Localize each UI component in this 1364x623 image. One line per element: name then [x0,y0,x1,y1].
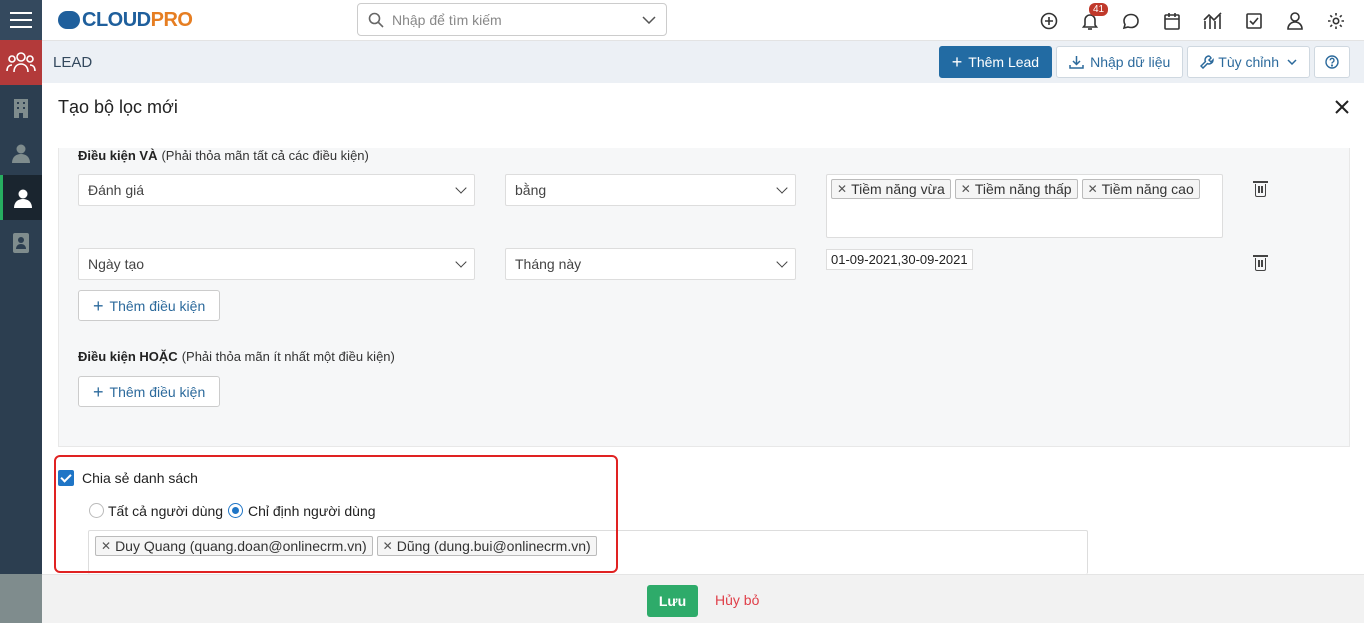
leads-group-icon[interactable] [0,40,42,85]
nav-footer [0,574,42,623]
search-input[interactable]: Nhập để tìm kiếm [357,3,667,36]
and-hint-text: (Phải thỏa mãn tất cả các điều kiện) [161,148,369,163]
plus-icon: + [93,295,104,316]
plus-icon: + [93,381,104,402]
user-profile-icon[interactable] [1274,0,1315,41]
contact-icon[interactable] [0,130,42,175]
wrench-icon [1200,55,1215,69]
chevron-down-icon [455,182,467,194]
date-range-input[interactable]: 01-09-2021,30-09-2021 [826,249,973,270]
add-lead-button[interactable]: + Thêm Lead [938,46,1053,78]
condition-field-select[interactable]: Ngày tạo [78,248,475,280]
or-section-title: Điều kiện HOẶC (Phải thỏa mãn ít nhất một… [78,349,395,364]
or-title-text: Điều kiện HOẶC [78,349,178,364]
value-tag[interactable]: ✕ Tiềm năng thấp [954,179,1078,199]
condition-operator-value: bằng [515,182,547,198]
page-header: LEAD + Thêm Lead Nhập dữ liệu Tùy chỉnh [42,41,1364,83]
customize-label: Tùy chỉnh [1218,54,1279,70]
add-or-condition-button[interactable]: + Thêm điều kiện [78,376,221,407]
condition-values-input[interactable]: ✕ Tiềm năng vừa ✕ Tiềm năng thấp ✕ Tiềm năng … [826,174,1223,238]
logo[interactable]: CLOUD PRO [58,8,193,32]
and-section-title: Điều kiện VÀ (Phải thỏa mãn tất cả các đi… [78,148,369,163]
search-icon [368,12,384,28]
add-and-condition-button[interactable]: + Thêm điều kiện [78,290,221,321]
remove-tag-icon[interactable]: ✕ [961,182,971,196]
search-placeholder: Nhập để tìm kiếm [392,11,502,28]
share-list-label: Chia sẻ danh sách [82,470,198,486]
chevron-down-icon[interactable] [642,15,656,24]
left-nav [0,0,42,623]
lead-user-icon[interactable] [0,175,42,220]
cancel-button[interactable]: Hủy bỏ [715,592,759,608]
trash-icon[interactable] [1253,181,1268,197]
condition-operator-select[interactable]: Tháng này [505,248,796,280]
condition-operator-value: Tháng này [515,256,582,272]
value-tag-label: Tiềm năng vừa [851,181,945,197]
value-tag[interactable]: ✕ Tiềm năng cao [1081,179,1200,199]
logo-main-text: CLOUD [82,8,151,31]
logo-accent-text: PRO [150,8,193,31]
user-tag[interactable]: ✕ Dũng (dung.bui@onlinecrm.vn) [376,536,597,556]
value-tag[interactable]: ✕ Tiềm năng vừa [831,179,951,199]
chevron-down-icon [776,256,788,268]
remove-tag-icon[interactable]: ✕ [837,182,847,196]
close-icon[interactable] [1334,95,1350,121]
remove-tag-icon[interactable]: ✕ [383,539,393,553]
modal-footer: Lưu Hủy bỏ [42,574,1364,623]
trash-icon[interactable] [1253,255,1268,271]
and-title-text: Điều kiện VÀ [78,148,158,163]
page-title: LEAD [53,53,93,71]
notification-badge: 41 [1089,3,1109,16]
condition-field-select[interactable]: Đánh giá [78,174,475,206]
add-condition-label: Thêm điều kiện [109,383,206,400]
condition-field-value: Ngày tạo [88,256,145,272]
import-data-label: Nhập dữ liệu [1090,54,1171,70]
menu-icon[interactable] [0,0,42,40]
building-icon[interactable] [0,85,42,130]
help-icon [1325,55,1339,69]
shared-users-input[interactable]: ✕ Duy Quang (quang.doan@onlinecrm.vn) ✕ Dũn… [88,530,1088,574]
share-list-checkbox[interactable] [58,470,74,486]
value-tag-label: Tiềm năng thấp [974,181,1072,197]
chevron-down-icon [776,182,788,194]
or-hint-text: (Phải thỏa mãn ít nhất một điều kiện) [181,349,395,364]
cloud-logo-icon [58,11,80,29]
task-check-icon[interactable] [1233,0,1274,41]
import-data-button[interactable]: Nhập dữ liệu [1056,46,1184,78]
condition-operator-select[interactable]: bằng [505,174,796,206]
download-icon [1069,56,1084,69]
user-tag[interactable]: ✕ Duy Quang (quang.doan@onlinecrm.vn) [95,536,373,556]
report-chart-icon[interactable] [1192,0,1233,41]
value-tag-label: Tiềm năng cao [1101,181,1194,197]
customize-button[interactable]: Tùy chỉnh [1187,46,1310,78]
remove-tag-icon[interactable]: ✕ [1088,182,1098,196]
top-icons: 41 [1028,0,1356,41]
all-users-radio[interactable] [89,503,104,518]
chat-icon[interactable] [1110,0,1151,41]
page-actions: + Thêm Lead Nhập dữ liệu Tùy chỉnh [938,46,1350,78]
calendar-icon[interactable] [1151,0,1192,41]
chevron-down-icon [1287,59,1297,65]
condition-field-value: Đánh giá [88,182,145,198]
conditions-panel: Điều kiện VÀ (Phải thỏa mãn tất cả các đi… [58,148,1350,447]
user-tag-label: Duy Quang (quang.doan@onlinecrm.vn) [115,538,367,554]
top-bar: CLOUD PRO Nhập để tìm kiếm 41 [42,0,1364,41]
gear-icon[interactable] [1315,0,1356,41]
plus-icon: + [951,51,963,72]
bell-icon[interactable]: 41 [1069,0,1110,41]
specific-users-radio[interactable] [228,503,243,518]
add-circle-icon[interactable] [1028,0,1069,41]
all-users-label: Tất cả người dùng [108,503,224,519]
contact-book-icon[interactable] [0,220,42,265]
user-tag-label: Dũng (dung.bui@onlinecrm.vn) [396,538,591,554]
help-button[interactable] [1314,46,1350,78]
remove-tag-icon[interactable]: ✕ [101,539,111,553]
chevron-down-icon [455,256,467,268]
specific-users-label: Chỉ định người dùng [248,503,376,519]
add-lead-label: Thêm Lead [968,54,1040,70]
modal-title: Tạo bộ lọc mới [58,96,178,117]
save-button[interactable]: Lưu [647,585,698,617]
add-condition-label: Thêm điều kiện [109,297,206,314]
